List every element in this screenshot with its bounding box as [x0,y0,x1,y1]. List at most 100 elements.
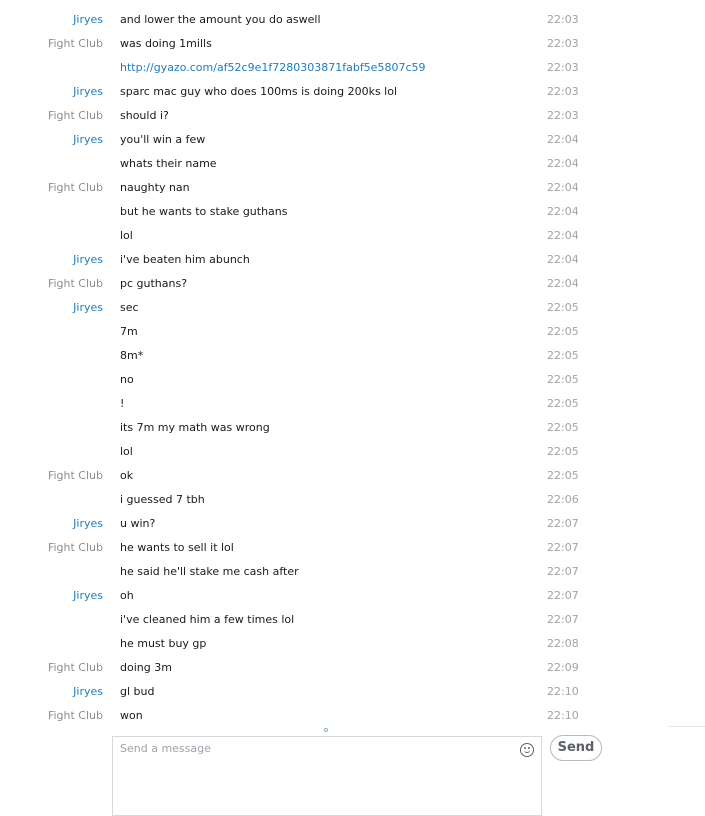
message-timestamp: 22:03 [547,109,579,122]
message-text: 8m* [120,349,144,362]
message-sender[interactable]: Fight Club [48,469,103,482]
chat-message-row: Jiryes gl bud 22:10 [0,680,705,704]
message-input[interactable]: Send a message [120,742,211,755]
message-sender[interactable]: Fight Club [48,277,103,290]
chat-message-row: Fight Club was doing 1mills 22:03 [0,32,705,56]
compose-box[interactable]: Send a message [112,736,542,816]
message-timestamp: 22:03 [547,85,579,98]
chat-message-row: no 22:05 [0,368,705,392]
message-timestamp: 22:05 [547,421,579,434]
message-timestamp: 22:04 [547,205,579,218]
chat-message-row: lol 22:04 [0,224,705,248]
message-sender[interactable]: Fight Club [48,541,103,554]
chat-message-row: Jiryes sparc mac guy who does 100ms is do… [0,80,705,104]
chat-message-row: 7m 22:05 [0,320,705,344]
message-text: ! [120,397,125,410]
message-sender[interactable]: Fight Club [48,709,103,722]
message-sender[interactable]: Jiryes [73,517,103,530]
chat-message-row: http://gyazo.com/af52c9e1f7280303871fabf… [0,56,705,80]
chat-message-row: Fight Club he wants to sell it lol 22:07 [0,536,705,560]
message-text: i guessed 7 tbh [120,493,205,506]
message-text: lol [120,445,133,458]
message-sender[interactable]: Fight Club [48,37,103,50]
chat-message-row: he said he'll stake me cash after 22:07 [0,560,705,584]
message-text: ok [120,469,134,482]
message-timestamp: 22:05 [547,325,579,338]
chat-message-row: Fight Club naughty nan 22:04 [0,176,705,200]
message-text: sec [120,301,139,314]
chat-message-row: Fight Club won 22:10 [0,704,705,728]
message-text: was doing 1mills [120,37,212,50]
message-sender[interactable]: Jiryes [73,685,103,698]
chat-message-row: Jiryes u win? 22:07 [0,512,705,536]
message-timestamp: 22:10 [547,709,579,722]
message-sender[interactable]: Jiryes [73,85,103,98]
message-text: 7m [120,325,138,338]
message-timestamp: 22:03 [547,37,579,50]
chat-message-row: ! 22:05 [0,392,705,416]
chat-message-row: Jiryes i've beaten him abunch 22:04 [0,248,705,272]
message-sender[interactable]: Jiryes [73,13,103,26]
typing-indicator-dot [324,728,328,732]
divider [668,726,705,727]
message-sender[interactable]: Fight Club [48,109,103,122]
message-text: oh [120,589,134,602]
message-timestamp: 22:03 [547,13,579,26]
message-sender[interactable]: Fight Club [48,661,103,674]
chat-message-row: its 7m my math was wrong 22:05 [0,416,705,440]
message-text: u win? [120,517,156,530]
message-text: naughty nan [120,181,190,194]
chat-message-row: whats their name 22:04 [0,152,705,176]
message-text: its 7m my math was wrong [120,421,270,434]
message-text: and lower the amount you do aswell [120,13,321,26]
message-text: i've cleaned him a few times lol [120,613,295,626]
message-sender[interactable]: Jiryes [73,133,103,146]
message-timestamp: 22:04 [547,253,579,266]
message-timestamp: 22:07 [547,613,579,626]
message-timestamp: 22:05 [547,301,579,314]
message-timestamp: 22:05 [547,397,579,410]
chat-message-row: Jiryes you'll win a few 22:04 [0,128,705,152]
chat-message-row: i guessed 7 tbh 22:06 [0,488,705,512]
emoticon-icon[interactable] [520,743,534,757]
message-timestamp: 22:05 [547,349,579,362]
chat-message-row: but he wants to stake guthans 22:04 [0,200,705,224]
message-text: doing 3m [120,661,172,674]
message-timestamp: 22:07 [547,541,579,554]
message-text: he must buy gp [120,637,207,650]
chat-message-row: Jiryes sec 22:05 [0,296,705,320]
message-sender[interactable]: Jiryes [73,301,103,314]
message-text: he wants to sell it lol [120,541,234,554]
message-timestamp: 22:08 [547,637,579,650]
message-text: but he wants to stake guthans [120,205,288,218]
message-timestamp: 22:04 [547,157,579,170]
message-timestamp: 22:04 [547,277,579,290]
chat-message-row: Fight Club pc guthans? 22:04 [0,272,705,296]
message-timestamp: 22:04 [547,229,579,242]
message-text: he said he'll stake me cash after [120,565,299,578]
message-text: should i? [120,109,169,122]
chat-message-row: Fight Club ok 22:05 [0,464,705,488]
message-link[interactable]: http://gyazo.com/af52c9e1f7280303871fabf… [120,61,426,74]
message-timestamp: 22:07 [547,517,579,530]
message-text: lol [120,229,133,242]
chat-message-row: 8m* 22:05 [0,344,705,368]
message-sender[interactable]: Jiryes [73,253,103,266]
message-text: gl bud [120,685,155,698]
message-timestamp: 22:05 [547,373,579,386]
message-timestamp: 22:10 [547,685,579,698]
message-timestamp: 22:09 [547,661,579,674]
message-timestamp: 22:07 [547,565,579,578]
chat-message-row: Fight Club should i? 22:03 [0,104,705,128]
chat-message-row: he must buy gp 22:08 [0,632,705,656]
message-text: won [120,709,143,722]
message-text: no [120,373,134,386]
message-sender[interactable]: Jiryes [73,589,103,602]
message-text: whats their name [120,157,217,170]
chat-history: Jiryes and lower the amount you do aswell… [0,8,705,728]
message-timestamp: 22:05 [547,445,579,458]
message-sender[interactable]: Fight Club [48,181,103,194]
send-button[interactable]: Send [550,735,602,761]
message-timestamp: 22:05 [547,469,579,482]
message-timestamp: 22:04 [547,133,579,146]
